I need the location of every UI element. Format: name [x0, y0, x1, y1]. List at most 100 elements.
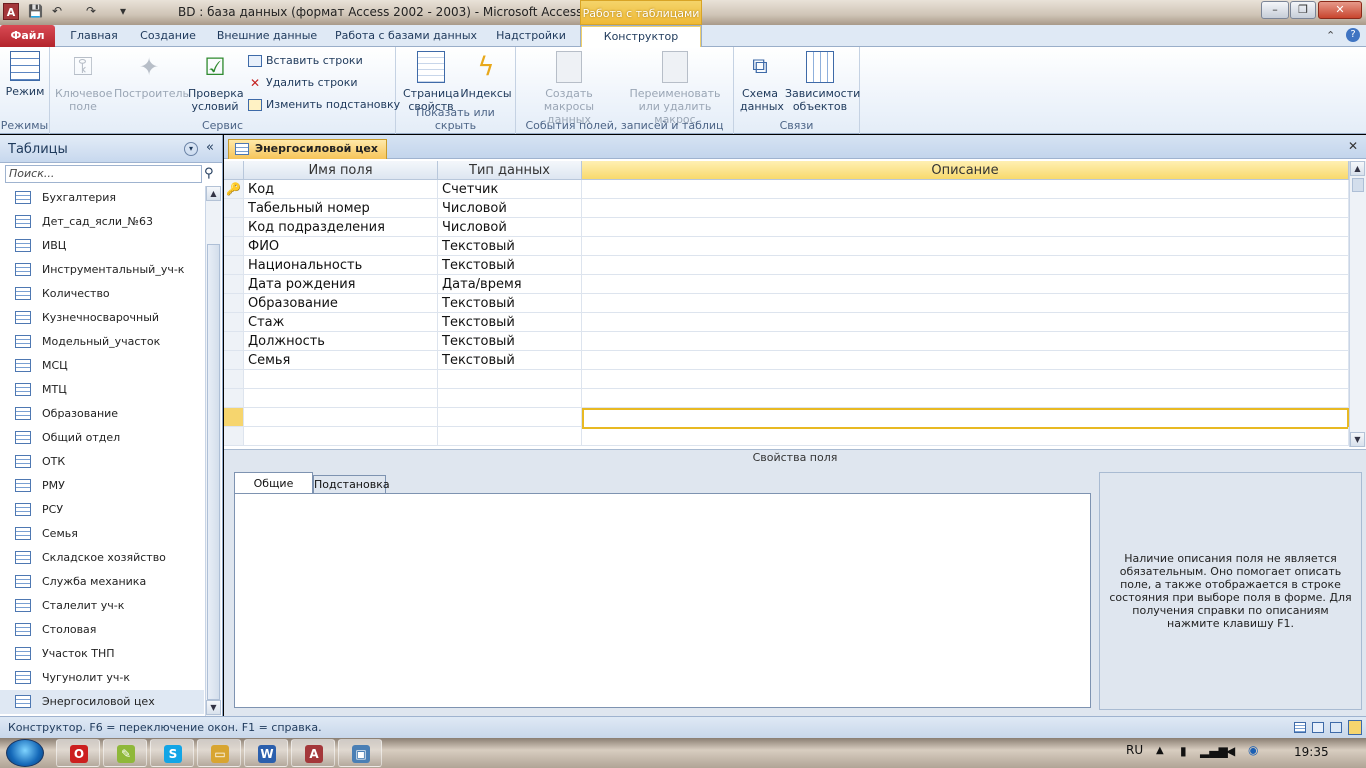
nav-collapse-icon[interactable]: « [206, 140, 214, 155]
description-cell[interactable] [582, 237, 1349, 256]
start-button[interactable] [6, 739, 44, 767]
scroll-down-icon[interactable]: ▼ [206, 700, 221, 715]
description-cell[interactable] [582, 275, 1349, 294]
battery-icon[interactable]: ▮ [1180, 744, 1187, 758]
taskbar-word-button[interactable]: W [244, 739, 288, 767]
relationships-button[interactable]: ⧉ Схема данных [738, 51, 784, 113]
tray-expand-icon[interactable]: ▲ [1156, 745, 1164, 756]
tab-home[interactable]: Главная [60, 25, 128, 47]
minimize-button[interactable]: – [1261, 1, 1289, 19]
nav-item[interactable]: Модельный_участок [0, 330, 204, 354]
row-selector[interactable] [224, 332, 244, 351]
row-selector[interactable] [224, 351, 244, 370]
data-type-cell[interactable]: Текстовый [438, 351, 582, 370]
row-selector[interactable] [224, 370, 244, 389]
create-data-macros-button[interactable]: Создать макросы данных [520, 51, 618, 126]
nav-scrollbar[interactable]: ▲ ▼ [205, 186, 221, 716]
check-rules-button[interactable]: ☑ Проверка условий [186, 51, 244, 113]
tab-external-data[interactable]: Внешние данные [210, 25, 324, 47]
design-view-status-icon[interactable] [1348, 720, 1362, 735]
document-tab[interactable]: Энергосиловой цех [228, 139, 387, 159]
grid-scroll-thumb[interactable] [1352, 178, 1364, 192]
taskbar-sticky-notes-button[interactable]: ✎ [103, 739, 147, 767]
taskbar-explorer-button[interactable]: ▭ [197, 739, 241, 767]
tab-addins[interactable]: Надстройки [488, 25, 574, 47]
insert-rows-button[interactable]: Вставить строки [248, 52, 363, 70]
description-cell[interactable] [582, 294, 1349, 313]
datasheet-view-status-icon[interactable] [1294, 722, 1306, 733]
property-sheet-button[interactable]: Страница свойств [402, 51, 460, 113]
nav-item[interactable]: Общий отдел [0, 426, 204, 450]
data-type-cell[interactable]: Числовой [438, 218, 582, 237]
key-field-button[interactable]: ⚿ Ключевое поле [54, 51, 112, 113]
nav-item[interactable]: Количество [0, 282, 204, 306]
field-name-cell[interactable] [244, 370, 438, 389]
field-name-cell[interactable]: Образование [244, 294, 438, 313]
row-selector[interactable] [224, 199, 244, 218]
data-type-cell[interactable] [438, 427, 582, 446]
undo-icon[interactable]: ↶ [50, 4, 64, 19]
collapse-ribbon-icon[interactable]: ⌃ [1326, 29, 1335, 42]
save-icon[interactable]: 💾 [28, 4, 43, 19]
nav-item[interactable]: Складское хозяйство [0, 546, 204, 570]
description-cell[interactable] [582, 256, 1349, 275]
description-cell[interactable] [582, 199, 1349, 218]
network-icon[interactable]: ▂▄▆ [1200, 744, 1228, 758]
nav-item[interactable]: Дет_сад_ясли_№63 [0, 210, 204, 234]
app-tray-icon[interactable]: ◉ [1248, 743, 1258, 757]
nav-search-input[interactable]: Поиск... [5, 165, 202, 183]
nav-item[interactable]: Чугунолит уч-к [0, 666, 204, 690]
taskbar-opera-button[interactable]: O [56, 739, 100, 767]
chart-view-status-icon[interactable] [1330, 722, 1342, 733]
data-type-cell[interactable]: Текстовый [438, 313, 582, 332]
data-type-cell[interactable]: Текстовый [438, 294, 582, 313]
nav-item[interactable]: Семья [0, 522, 204, 546]
taskbar-window-button[interactable]: ▣ [338, 739, 382, 767]
nav-item[interactable]: ИВЦ [0, 234, 204, 258]
taskbar-access-button[interactable]: A [291, 739, 335, 767]
pivot-view-status-icon[interactable] [1312, 722, 1324, 733]
description-cell[interactable] [582, 427, 1349, 446]
redo-icon[interactable]: ↷ [84, 4, 98, 19]
description-cell[interactable] [582, 408, 1349, 429]
col-header-data-type[interactable]: Тип данных [438, 161, 582, 180]
help-icon[interactable]: ? [1346, 28, 1360, 42]
description-cell[interactable] [582, 351, 1349, 370]
grid-scroll-down-icon[interactable]: ▼ [1350, 432, 1365, 447]
row-selector[interactable] [224, 427, 244, 446]
object-dependencies-button[interactable]: Зависимости объектов [784, 51, 860, 113]
indexes-button[interactable]: ϟ Индексы [460, 51, 512, 100]
description-cell[interactable] [582, 389, 1349, 408]
data-type-cell[interactable] [438, 408, 582, 427]
description-cell[interactable] [582, 180, 1349, 199]
row-selector[interactable] [224, 256, 244, 275]
row-selector[interactable] [224, 218, 244, 237]
field-name-cell[interactable]: Должность [244, 332, 438, 351]
field-name-cell[interactable]: Код подразделения [244, 218, 438, 237]
taskbar-skype-button[interactable]: S [150, 739, 194, 767]
tab-lookup[interactable]: Подстановка [313, 475, 390, 493]
col-header-description[interactable]: Описание [582, 161, 1349, 180]
description-cell[interactable] [582, 370, 1349, 389]
customize-icon[interactable]: ▾ [116, 4, 130, 19]
nav-item[interactable]: Участок ТНП [0, 642, 204, 666]
close-button[interactable]: ✕ [1318, 1, 1362, 19]
nav-item[interactable]: Кузнечносварочный [0, 306, 204, 330]
tab-file[interactable]: Файл [0, 25, 55, 47]
nav-item[interactable]: Сталелит уч-к [0, 594, 204, 618]
field-name-cell[interactable]: Табельный номер [244, 199, 438, 218]
nav-item[interactable]: МТЦ [0, 378, 204, 402]
data-type-cell[interactable]: Дата/время [438, 275, 582, 294]
primary-key-icon[interactable]: 🔑 [224, 180, 244, 199]
language-indicator[interactable]: RU [1126, 743, 1143, 757]
description-cell[interactable] [582, 313, 1349, 332]
nav-item[interactable]: РМУ [0, 474, 204, 498]
row-selector[interactable] [224, 389, 244, 408]
row-selector[interactable] [224, 237, 244, 256]
change-lookup-button[interactable]: Изменить подстановку [248, 96, 400, 114]
col-header-field-name[interactable]: Имя поля [244, 161, 438, 180]
nav-item[interactable]: МСЦ [0, 354, 204, 378]
row-selector[interactable] [224, 294, 244, 313]
data-type-cell[interactable]: Числовой [438, 199, 582, 218]
description-cell[interactable] [582, 332, 1349, 351]
